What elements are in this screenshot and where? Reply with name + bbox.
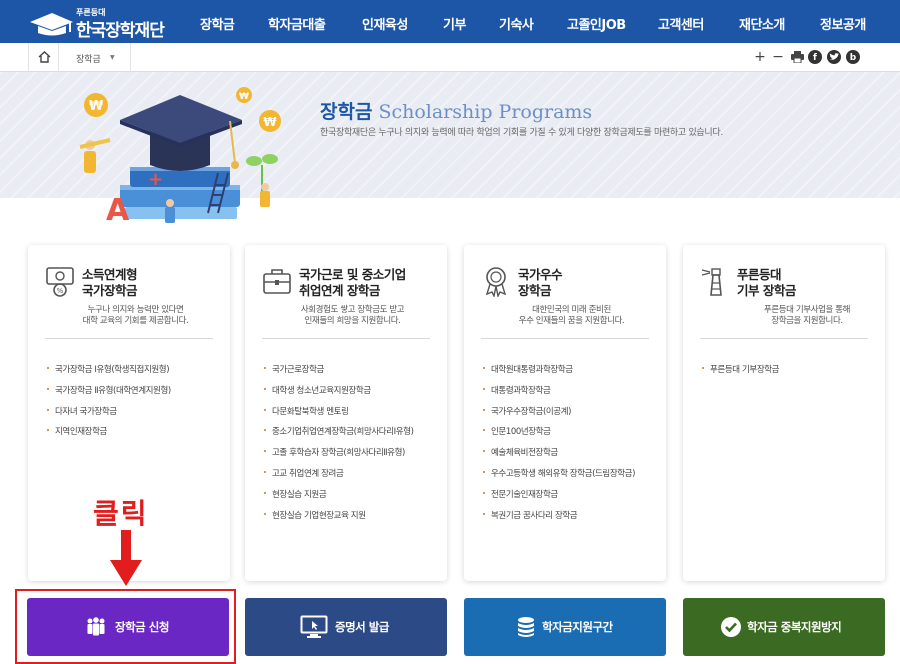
certificate-issue-label: 증명서 발급 xyxy=(335,620,389,634)
card-work-scholarship: 국가근로 및 중소기업 취업연계 장학금 사회경험도 쌓고 장학금도 받고 인재… xyxy=(245,245,447,581)
scholarship-list: 푸른등대 기부장학금 xyxy=(701,363,883,384)
scholarship-list: 국가장학금 Ⅰ유형(학생직접지원형) 국가장학금 Ⅱ유형(대학연계지원형) 다자… xyxy=(46,363,228,446)
breadcrumb-current: 장학금 xyxy=(76,55,101,65)
card-description: 대한민국의 미래 준비된 우수 인재들의 꿈을 지원합니다. xyxy=(518,305,625,326)
logo-cap-icon xyxy=(30,13,73,36)
scholarship-list: 국가근로장학금 대학생 청소년교육지원장학금 다문화탈북학생 멘토링 중소기업취… xyxy=(263,363,445,529)
print-icon[interactable] xyxy=(789,49,805,65)
blog-icon[interactable]: b xyxy=(846,50,860,64)
main-menu: 장학금 학자금대출 인재육성 기부 기숙사 고졸인JOB 고객센터 재단소개 정… xyxy=(190,0,900,43)
list-item[interactable]: 중소기업취업연계장학금(희망사다리Ⅰ유형) xyxy=(263,425,445,446)
list-item[interactable]: 국가장학금 Ⅰ유형(학생직접지원형) xyxy=(46,363,228,384)
support-bracket-button[interactable]: 학자금지원구간 xyxy=(464,598,666,656)
list-item[interactable]: 대통령과학장학금 xyxy=(482,384,664,405)
svg-text:A: A xyxy=(106,193,130,228)
logo-name: 한국장학재단 xyxy=(76,21,165,41)
people-icon xyxy=(87,617,105,636)
nav-customer-center[interactable]: 고객센터 xyxy=(658,14,704,33)
divider xyxy=(45,338,213,339)
nav-scholarship[interactable]: 장학금 xyxy=(200,14,235,33)
divider xyxy=(262,338,430,339)
svg-text:₩: ₩ xyxy=(239,92,249,102)
list-item[interactable]: 푸른등대 기부장학금 xyxy=(701,363,883,384)
check-circle-icon xyxy=(721,617,741,637)
svg-text:+: + xyxy=(148,169,163,190)
card-merit-scholarship: 국가우수 장학금 대한민국의 미래 준비된 우수 인재들의 꿈을 지원합니다. … xyxy=(464,245,666,581)
briefcase-icon xyxy=(263,269,291,294)
duplicate-support-prevention-label: 학자금 중복지원방지 xyxy=(747,620,842,634)
nav-student-loan[interactable]: 학자금대출 xyxy=(268,14,326,33)
list-item[interactable]: 고교 취업연계 장려금 xyxy=(263,467,445,488)
svg-text:₩: ₩ xyxy=(263,115,277,129)
list-item[interactable]: 복권기금 꿈사다리 장학금 xyxy=(482,509,664,530)
nav-dormitory[interactable]: 기숙사 xyxy=(499,14,534,33)
list-item[interactable]: 현장실습 지원금 xyxy=(263,488,445,509)
support-bracket-label: 학자금지원구간 xyxy=(542,620,613,634)
breadcrumb-bar: 장학금 ▼ + − f b xyxy=(0,43,900,72)
lighthouse-icon xyxy=(701,268,722,296)
card-description: 사회경험도 쌓고 장학금도 받고 인재들의 희망을 지원합니다. xyxy=(300,305,405,326)
zoom-out-button[interactable]: − xyxy=(770,49,786,65)
list-item[interactable]: 대학생 청소년교육지원장학금 xyxy=(263,384,445,405)
list-item[interactable]: 국가우수장학금(이공계) xyxy=(482,405,664,426)
breadcrumb-dropdown[interactable]: 장학금 ▼ xyxy=(59,43,131,72)
twitter-icon[interactable] xyxy=(827,50,841,64)
logo[interactable]: 푸른등대 한국장학재단 xyxy=(28,6,196,41)
income-scholarship-icon: % xyxy=(46,267,74,297)
card-title: 국가우수 장학금 xyxy=(518,267,563,298)
scholarship-illustration: ₩ ₩ ₩ A + xyxy=(79,87,281,228)
facebook-icon[interactable]: f xyxy=(808,50,822,64)
divider xyxy=(481,338,649,339)
certificate-issue-button[interactable]: 증명서 발급 xyxy=(245,598,447,656)
home-icon xyxy=(38,51,51,63)
award-medal-icon xyxy=(485,267,507,297)
chevron-down-icon: ▼ xyxy=(110,54,115,61)
list-item[interactable]: 고졸 후학습자 장학금(희망사다리Ⅱ유형) xyxy=(263,446,445,467)
page-title-english: Scholarship Programs xyxy=(378,101,593,123)
list-item[interactable]: 현장실습 기업현장교육 지원 xyxy=(263,509,445,530)
list-item[interactable]: 지역인재장학금 xyxy=(46,425,228,446)
monitor-icon xyxy=(300,615,328,638)
list-item[interactable]: 다자녀 국가장학금 xyxy=(46,405,228,426)
top-navigation: 푸른등대 한국장학재단 장학금 학자금대출 인재육성 기부 기숙사 고졸인JOB… xyxy=(0,0,900,43)
nav-job[interactable]: 고졸인JOB xyxy=(567,14,626,33)
svg-text:%: % xyxy=(57,287,64,295)
list-item[interactable]: 국가장학금 Ⅱ유형(대학연계지원형) xyxy=(46,384,228,405)
card-donation-scholarship: 푸른등대 기부 장학금 푸른등대 기부사업을 통해 장학금을 지원합니다. 푸른… xyxy=(683,245,885,581)
home-button[interactable] xyxy=(28,43,59,72)
list-item[interactable]: 대학원대통령과학장학금 xyxy=(482,363,664,384)
card-title: 푸른등대 기부 장학금 xyxy=(737,267,796,298)
divider xyxy=(700,338,868,339)
card-description: 누구나 의지와 능력만 있다면 대학 교육의 기회를 제공합니다. xyxy=(82,305,189,326)
click-annotation-text: 클릭 xyxy=(93,497,149,530)
page-description: 한국장학재단은 누구나 의지와 능력에 따라 학업의 기회를 가질 수 있게 다… xyxy=(320,128,723,138)
apply-scholarship-label: 장학금 신청 xyxy=(115,620,169,634)
arrow-down-icon xyxy=(110,530,142,586)
list-item[interactable]: 예술체육비전장학금 xyxy=(482,446,664,467)
page-title-korean: 장학금 xyxy=(320,101,373,123)
scholarship-list: 대학원대통령과학장학금 대통령과학장학금 국가우수장학금(이공계) 인문100년… xyxy=(482,363,664,529)
card-description: 푸른등대 기부사업을 통해 장학금을 지원합니다. xyxy=(763,305,851,326)
nav-talent[interactable]: 인재육성 xyxy=(362,14,408,33)
nav-disclosure[interactable]: 정보공개 xyxy=(820,14,866,33)
card-title: 소득연계형 국가장학금 xyxy=(82,267,138,298)
nav-about[interactable]: 재단소개 xyxy=(739,14,785,33)
list-item[interactable]: 다문화탈북학생 멘토링 xyxy=(263,405,445,426)
zoom-in-button[interactable]: + xyxy=(752,49,768,65)
list-item[interactable]: 인문100년장학금 xyxy=(482,425,664,446)
database-icon xyxy=(518,617,534,637)
page-title: 장학금 Scholarship Programs xyxy=(320,97,592,124)
svg-text:₩: ₩ xyxy=(89,99,104,114)
list-item[interactable]: 우수고등학생 해외유학 장학금(드림장학금) xyxy=(482,467,664,488)
list-item[interactable]: 전문기술인재장학금 xyxy=(482,488,664,509)
page-tools: + − f b xyxy=(752,49,882,67)
list-item[interactable]: 국가근로장학금 xyxy=(263,363,445,384)
nav-donation[interactable]: 기부 xyxy=(443,14,466,33)
card-title: 국가근로 및 중소기업 취업연계 장학금 xyxy=(299,267,406,298)
duplicate-support-prevention-button[interactable]: 학자금 중복지원방지 xyxy=(683,598,885,656)
apply-scholarship-button[interactable]: 장학금 신청 xyxy=(27,598,229,656)
